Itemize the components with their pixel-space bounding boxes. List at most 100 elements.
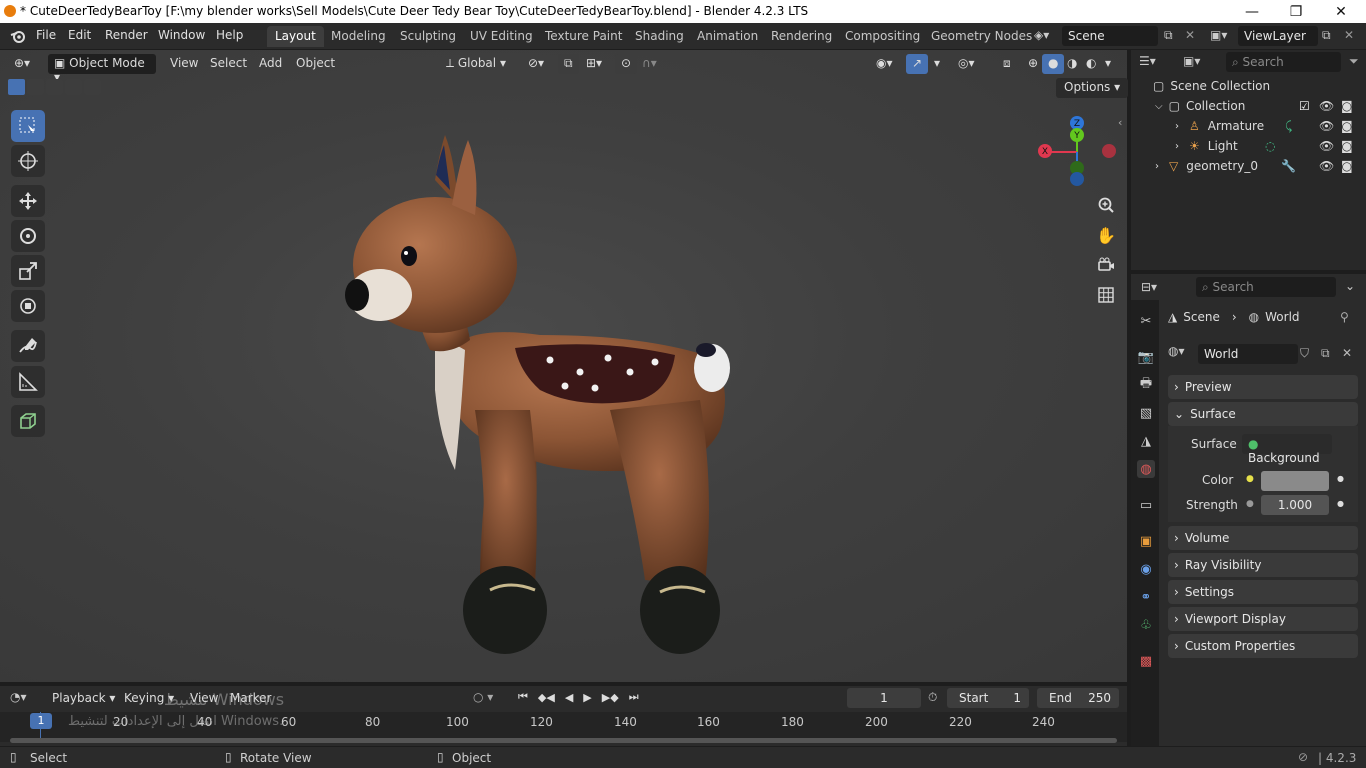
blender-menu-icon[interactable] — [10, 29, 26, 43]
pivot-icon[interactable]: ⊘▾ — [522, 54, 550, 74]
snap-icon[interactable]: ⧉ — [558, 54, 579, 74]
delete-viewlayer-icon[interactable]: ✕ — [1344, 28, 1354, 42]
light-expand-icon[interactable]: › — [1175, 141, 1179, 152]
geometry-eye-icon[interactable]: 👁 — [1319, 159, 1334, 173]
menu-add[interactable]: Add — [253, 54, 288, 74]
overlay-icon[interactable]: ◎▾ — [952, 54, 981, 74]
collection-camera-icon[interactable]: ◙ — [1341, 99, 1353, 113]
tab-rendering[interactable]: Rendering — [763, 26, 840, 47]
menu-edit[interactable]: Edit — [68, 28, 91, 42]
orientation-dropdown[interactable]: ⟂ Global ▾ — [440, 54, 516, 74]
gizmo-dropdown-icon[interactable]: ▾ — [928, 54, 946, 74]
light-eye-icon[interactable]: 👁 — [1319, 139, 1334, 153]
pin-icon[interactable]: ⚲ — [1340, 310, 1349, 324]
select-subtract-icon[interactable] — [46, 79, 63, 95]
panel-surface[interactable]: ⌄ Surface — [1168, 402, 1358, 426]
transform-tool[interactable] — [11, 290, 45, 322]
panel-viewport-display[interactable]: › Viewport Display — [1168, 607, 1358, 631]
tab-modeling[interactable]: Modeling — [323, 26, 394, 47]
color-keyframe-dot[interactable]: ● — [1337, 474, 1344, 483]
pan-hand-icon[interactable]: ✋ — [1093, 222, 1119, 248]
jump-end-icon[interactable]: ⏭ — [629, 690, 639, 704]
armature-expand-icon[interactable]: › — [1175, 121, 1179, 132]
jump-start-icon[interactable]: ⏮ — [518, 690, 528, 704]
mode-dropdown[interactable]: ▣ Object Mode ▾ — [48, 54, 156, 84]
armature-camera-icon[interactable]: ◙ — [1341, 119, 1353, 133]
breadcrumb-world[interactable]: World — [1265, 310, 1299, 324]
menu-view[interactable]: View — [164, 54, 204, 74]
outliner-editor-icon[interactable]: ☰▾ — [1139, 54, 1156, 68]
viewlayer-field[interactable]: ViewLayer — [1238, 26, 1318, 46]
menu-window[interactable]: Window — [158, 28, 205, 42]
panel-preview[interactable]: › Preview — [1168, 375, 1358, 399]
output-tab-icon[interactable]: 🖶 — [1137, 376, 1155, 394]
light-camera-icon[interactable]: ◙ — [1341, 139, 1353, 153]
perspective-grid-icon[interactable] — [1093, 282, 1119, 308]
auto-keying-icon[interactable]: ○ ▾ — [473, 690, 493, 704]
collection-tab-icon[interactable]: ▭ — [1137, 496, 1155, 514]
tab-animation[interactable]: Animation — [689, 26, 766, 47]
start-frame-field[interactable]: Start 1 — [947, 688, 1029, 708]
properties-options-icon[interactable]: ⌄ — [1345, 279, 1355, 293]
menu-playback[interactable]: Playback ▾ — [52, 691, 115, 705]
rotate-tool[interactable] — [11, 220, 45, 252]
gizmo-toggle-icon[interactable]: ↗ — [906, 54, 929, 74]
scene-tab-icon[interactable]: ◮ — [1137, 432, 1155, 450]
navigation-gizmo[interactable]: Z Y X — [1035, 115, 1120, 200]
playhead[interactable]: 1 — [30, 713, 52, 729]
armature-eye-icon[interactable]: 👁 — [1319, 119, 1334, 133]
outliner-item-geometry[interactable]: › ▽ geometry_0 🔧 👁 ◙ — [1131, 156, 1366, 176]
preview-range-icon[interactable]: ⏱ — [928, 690, 937, 705]
tab-sculpting[interactable]: Sculpting — [392, 26, 464, 47]
breadcrumb-scene[interactable]: Scene — [1183, 310, 1220, 324]
wireframe-shading-icon[interactable]: ⊕ — [1022, 54, 1044, 74]
play-reverse-icon[interactable]: ◀ — [565, 691, 573, 704]
sidebar-toggle-icon[interactable]: ‹ — [1118, 116, 1122, 129]
tab-geometry-nodes[interactable]: Geometry Nodes — [923, 26, 1040, 47]
prev-keyframe-icon[interactable]: ◆◀ — [538, 691, 555, 704]
deer-model[interactable] — [340, 110, 740, 670]
outliner-collection[interactable]: ⌵ ▢ Collection ☑ 👁 ◙ — [1131, 96, 1366, 116]
properties-search-input[interactable]: ⌕ Search — [1196, 277, 1336, 297]
timeline-editor-icon[interactable]: ◔▾ — [10, 690, 27, 704]
outliner-item-armature[interactable]: › ♙ Armature ⤹ 👁 ◙ — [1131, 116, 1366, 136]
light-data-icon[interactable]: ◌ — [1265, 139, 1275, 153]
viewlayer-selector-icon[interactable]: ▣▾ — [1210, 28, 1227, 42]
menu-file[interactable]: File — [36, 28, 56, 42]
play-icon[interactable]: ▶ — [583, 691, 591, 704]
panel-ray-visibility[interactable]: › Ray Visibility — [1168, 553, 1358, 577]
geometry-camera-icon[interactable]: ◙ — [1341, 159, 1353, 173]
color-swatch[interactable] — [1261, 471, 1329, 491]
select-new-icon[interactable] — [8, 79, 25, 95]
select-intersect-icon[interactable] — [84, 79, 101, 95]
menu-render[interactable]: Render — [105, 28, 148, 42]
tool-tab-icon[interactable]: ✂ — [1137, 312, 1155, 330]
current-frame-field[interactable]: 1 — [847, 688, 921, 708]
texture-tab-icon[interactable]: ▩ — [1137, 652, 1155, 670]
select-invert-icon[interactable] — [65, 79, 82, 95]
measure-tool[interactable] — [11, 366, 45, 398]
world-name-field[interactable]: World — [1198, 344, 1298, 364]
tab-layout[interactable]: Layout — [267, 26, 324, 47]
scene-selector-icon[interactable]: ◈▾ — [1034, 28, 1049, 42]
modifier-wrench-icon[interactable]: 🔧 — [1281, 159, 1296, 173]
3d-viewport[interactable]: Z Y X ✋ ‹ — [0, 50, 1127, 682]
new-world-icon[interactable]: ⧉ — [1321, 346, 1330, 361]
outliner-search-input[interactable]: ⌕ Search — [1226, 52, 1341, 72]
outliner-scene-collection[interactable]: ▢ Scene Collection — [1131, 76, 1366, 96]
panel-volume[interactable]: › Volume — [1168, 526, 1358, 550]
world-browse-icon[interactable]: ◍▾ — [1168, 344, 1185, 358]
select-extend-icon[interactable] — [27, 79, 44, 95]
timeline-scrollbar[interactable] — [10, 738, 1117, 743]
unlink-world-icon[interactable]: ✕ — [1342, 346, 1352, 360]
world-tab-icon[interactable]: ◍ — [1137, 460, 1155, 478]
editor-type-icon[interactable]: ⊕▾ — [8, 54, 36, 74]
tab-uv-editing[interactable]: UV Editing — [462, 26, 541, 47]
armature-data-icon[interactable]: ⤹ — [1285, 119, 1292, 134]
surface-shader-field[interactable]: ● Background — [1242, 434, 1332, 465]
scale-tool[interactable] — [11, 255, 45, 287]
fake-user-shield-icon[interactable]: ⛉ — [1300, 346, 1309, 361]
camera-view-icon[interactable] — [1093, 252, 1119, 278]
geometry-expand-icon[interactable]: › — [1155, 161, 1159, 172]
close-button[interactable]: ✕ — [1318, 0, 1364, 23]
